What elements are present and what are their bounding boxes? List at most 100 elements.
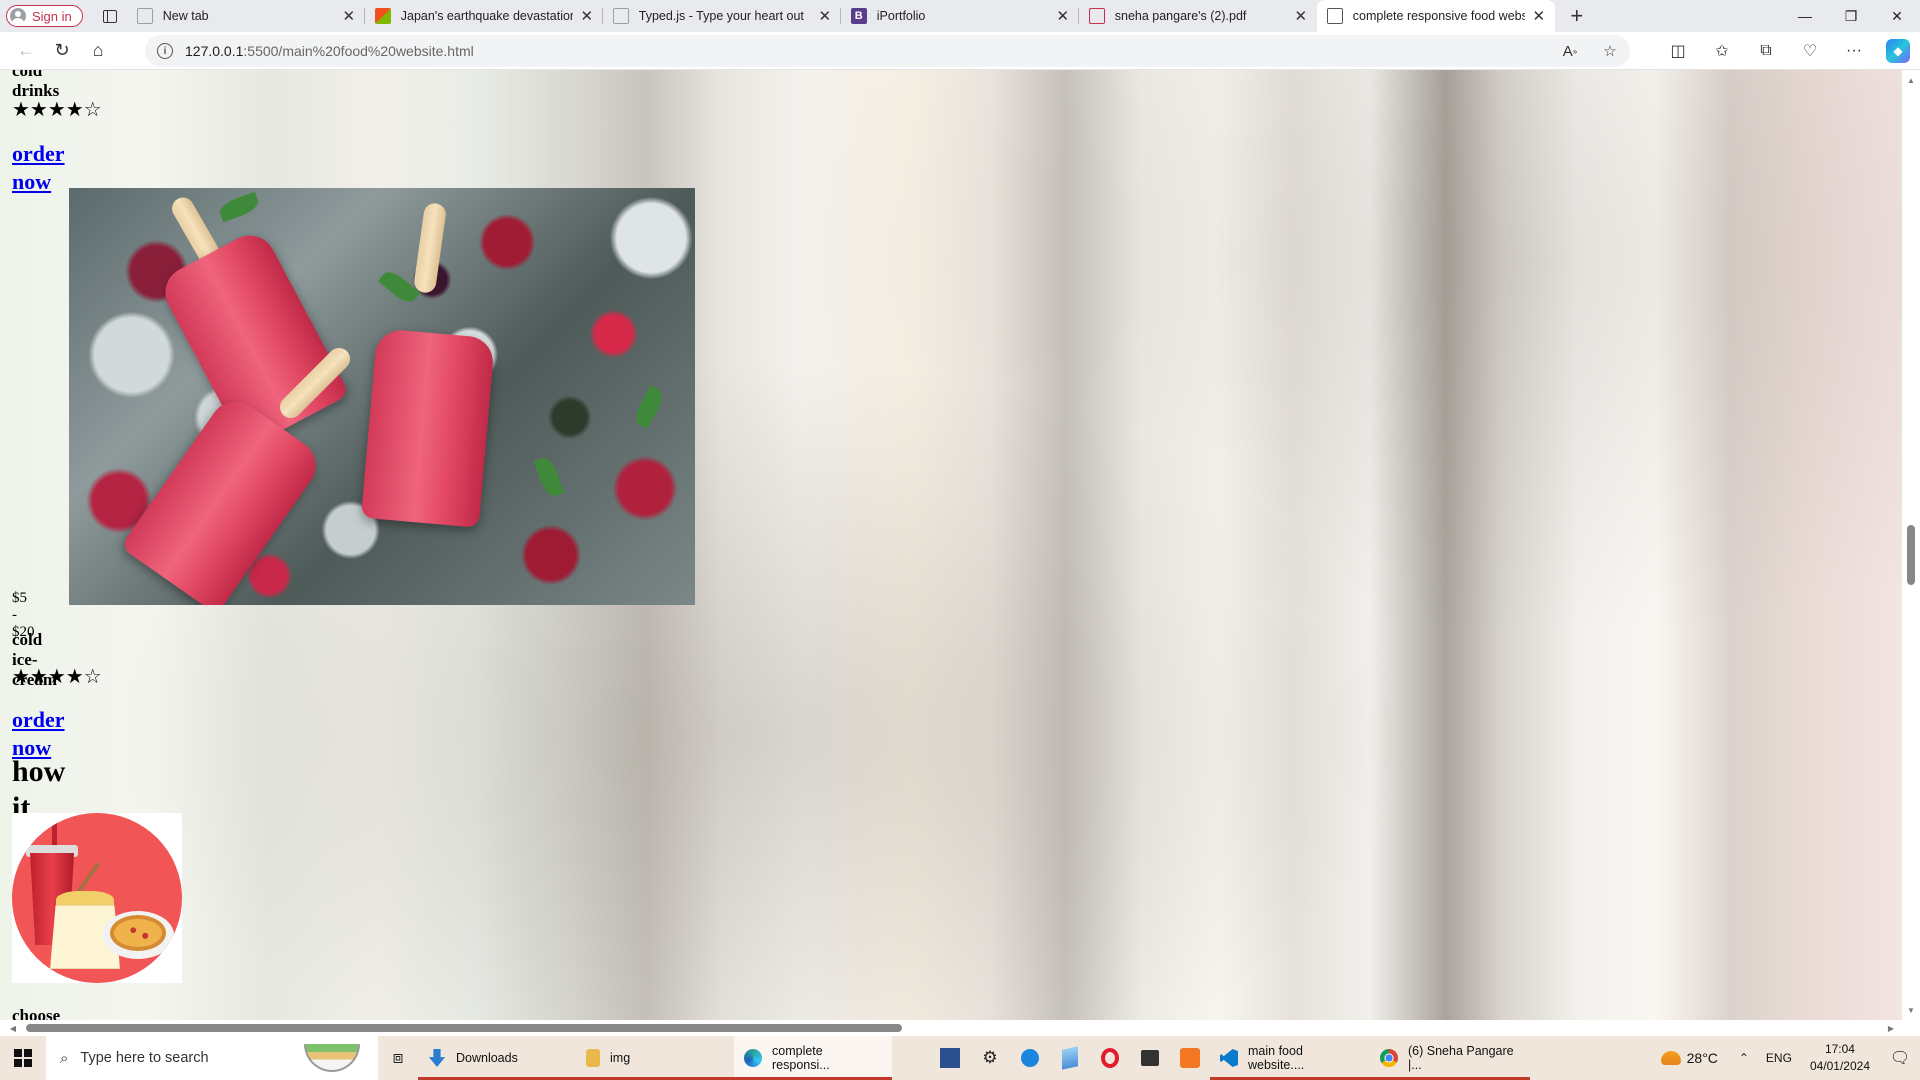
star-rating: ★★★★☆	[12, 666, 102, 688]
close-tab-icon[interactable]: ✕	[1293, 8, 1309, 25]
minimize-icon[interactable]: —	[1782, 0, 1828, 32]
split-screen-icon[interactable]: ◫	[1656, 32, 1700, 70]
taskbar-app-label: main food website....	[1248, 1044, 1305, 1072]
close-tab-icon[interactable]: ✕	[1055, 8, 1071, 25]
tab-title: sneha pangare's (2).pdf	[1114, 9, 1247, 23]
language-indicator[interactable]: ENG	[1758, 1051, 1800, 1065]
profile-avatar-icon	[10, 8, 26, 24]
xampp-icon[interactable]	[1170, 1036, 1210, 1080]
vertical-scrollbar[interactable]: ▲ ▼	[1902, 70, 1920, 1020]
tab-new-tab[interactable]: New tab ✕	[127, 0, 365, 32]
scrollbar-thumb[interactable]	[1907, 525, 1915, 585]
weather-widget[interactable]: 28°C	[1649, 1050, 1730, 1066]
close-window-icon[interactable]: ✕	[1874, 0, 1920, 32]
scroll-down-icon[interactable]: ▼	[1902, 1002, 1920, 1018]
item-title: cold drinks	[12, 70, 60, 100]
sign-in-button[interactable]: Sign in	[6, 5, 83, 27]
opera-icon[interactable]	[1090, 1036, 1130, 1080]
restore-icon[interactable]: ❐	[1828, 0, 1874, 32]
system-tray: 28°C ⌃ ENG 17:04 04/01/2024 🗨	[1649, 1036, 1920, 1080]
vscode-icon	[1220, 1049, 1238, 1067]
scroll-right-icon[interactable]: ▶	[1884, 1020, 1898, 1036]
clock-time: 17:04	[1824, 1042, 1855, 1056]
clock-date: 04/01/2024	[1809, 1059, 1870, 1073]
close-tab-icon[interactable]: ✕	[817, 8, 833, 25]
close-tab-icon[interactable]: ✕	[341, 8, 357, 25]
start-button[interactable]	[0, 1036, 46, 1080]
tab-title: Typed.js - Type your heart out	[638, 9, 804, 23]
page-icon	[136, 8, 153, 24]
tab-typedjs[interactable]: Typed.js - Type your heart out ✕	[603, 0, 841, 32]
search-placeholder: Type here to search	[80, 1050, 209, 1066]
tab-title: New tab	[162, 9, 209, 23]
scroll-up-icon[interactable]: ▲	[1902, 72, 1920, 88]
news-site-icon	[374, 8, 391, 24]
taskbar-app-vscode[interactable]: main food website....	[1210, 1036, 1370, 1080]
tab-food-website[interactable]: complete responsive food websi ✕	[1316, 0, 1555, 32]
tab-strip: Sign in New tab ✕ Japan's earthquake dev…	[0, 0, 1920, 32]
food-combo-illustration	[12, 813, 182, 983]
pdf-icon	[1088, 8, 1105, 24]
taskbar-app-edge[interactable]: complete responsi...	[734, 1036, 892, 1080]
url-field[interactable]: i 127.0.0.1:5500/main%20food%20website.h…	[145, 35, 1630, 67]
store-icon[interactable]	[1130, 1036, 1170, 1080]
weather-icon	[1660, 1051, 1681, 1065]
taskbar-app-label: Downloads	[456, 1051, 518, 1065]
url-path: :5500/main%20food%20website.html	[243, 43, 474, 59]
taskbar-app-img-folder[interactable]: img	[576, 1036, 734, 1080]
refresh-icon[interactable]: ↻	[44, 33, 80, 69]
search-icon: ⌕	[60, 1049, 69, 1067]
taskbar-app-downloads[interactable]: Downloads	[418, 1036, 576, 1080]
horizontal-scrollbar[interactable]: ◀ ▶	[0, 1020, 1902, 1036]
home-icon[interactable]: ⌂	[80, 33, 116, 69]
bootstrap-icon: B	[850, 8, 867, 24]
temperature: 28°C	[1686, 1050, 1718, 1066]
scroll-left-icon[interactable]: ◀	[6, 1020, 20, 1036]
page-viewport: cold drinks ★★★★☆ order now $5 - $20 col…	[0, 70, 1902, 1020]
folder-icon	[586, 1049, 600, 1067]
close-tab-icon[interactable]: ✕	[579, 8, 595, 25]
pinned-browser-icon[interactable]	[1010, 1036, 1050, 1080]
star-rating: ★★★★☆	[12, 99, 102, 121]
window-controls: — ❐ ✕	[1782, 0, 1920, 32]
address-bar-row: ← ↻ ⌂ i 127.0.0.1:5500/main%20food%20web…	[0, 32, 1920, 70]
ice-cream-popsicle-image	[69, 188, 695, 605]
edge-browser-icon	[744, 1049, 762, 1067]
taskbar-app-label: (6) Sneha Pangare |...	[1408, 1044, 1514, 1072]
tab-actions-icon[interactable]	[93, 0, 127, 32]
taskbar-app-chrome[interactable]: (6) Sneha Pangare |...	[1370, 1036, 1530, 1080]
page-icon	[1326, 8, 1343, 24]
clock[interactable]: 17:04 04/01/2024	[1800, 1041, 1880, 1075]
tab-japan-earthquake[interactable]: Japan's earthquake devastation c ✕	[365, 0, 603, 32]
taskbar-search[interactable]: ⌕ Type here to search	[46, 1036, 378, 1080]
search-highlight-image	[304, 1044, 360, 1072]
download-folder-icon	[428, 1049, 446, 1067]
new-tab-button[interactable]: +	[1561, 0, 1593, 32]
copilot-icon[interactable]: ◆	[1886, 39, 1910, 63]
tab-iportfolio[interactable]: B iPortfolio ✕	[841, 0, 1079, 32]
order-now-link[interactable]: order now	[12, 140, 65, 196]
favorite-star-icon[interactable]: ☆	[1590, 35, 1630, 67]
pinned-app-icon[interactable]	[1050, 1036, 1090, 1080]
pinned-app-icon[interactable]	[930, 1036, 970, 1080]
step-title: choose your favorite food	[12, 1006, 61, 1020]
url-host: 127.0.0.1	[185, 43, 244, 59]
settings-gear-icon[interactable]: ⚙	[970, 1036, 1010, 1080]
more-options-icon[interactable]: ···	[1832, 32, 1876, 70]
taskbar-app-label: img	[610, 1051, 631, 1065]
tab-pdf[interactable]: sneha pangare's (2).pdf ✕	[1079, 0, 1317, 32]
back-icon[interactable]: ←	[8, 33, 44, 69]
windows-logo-icon	[14, 1049, 32, 1067]
site-info-icon[interactable]: i	[157, 43, 173, 59]
scrollbar-thumb[interactable]	[26, 1024, 902, 1032]
task-view-icon[interactable]: ⧈	[378, 1036, 418, 1080]
browser-essentials-icon[interactable]: ♡	[1788, 32, 1832, 70]
show-hidden-icons-icon[interactable]: ⌃	[1730, 1036, 1758, 1080]
tab-title: Japan's earthquake devastation c	[400, 9, 573, 23]
close-tab-icon[interactable]: ✕	[1531, 8, 1547, 25]
favorites-icon[interactable]: ✩	[1700, 32, 1744, 70]
read-aloud-icon[interactable]: A»	[1550, 35, 1590, 67]
browser-toolbar: ◫ ✩ ⧉ ♡ ··· ◆	[1656, 32, 1920, 70]
notifications-icon[interactable]: 🗨	[1880, 1036, 1920, 1080]
collections-icon[interactable]: ⧉	[1744, 32, 1788, 70]
